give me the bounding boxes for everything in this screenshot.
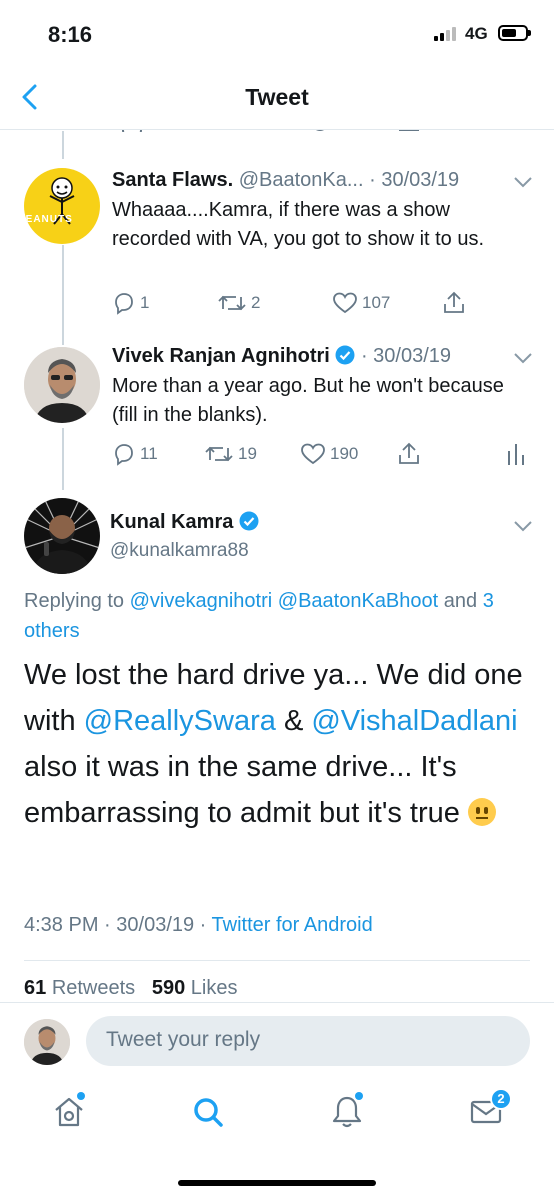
tab-home[interactable] <box>51 1092 87 1130</box>
like-button[interactable]: 107 <box>332 290 390 316</box>
chevron-down-icon[interactable] <box>513 176 533 188</box>
retweet-icon <box>205 446 233 462</box>
main-display-name[interactable]: Kunal Kamra <box>110 511 259 534</box>
mention-link[interactable]: @VishalDadlani <box>311 705 517 737</box>
tweet-actions: 1 2 107 <box>112 290 532 316</box>
tab-messages[interactable]: 2 <box>468 1088 512 1130</box>
status-time: 8:16 <box>48 22 93 47</box>
chevron-down-icon[interactable] <box>513 352 533 364</box>
tweet-source[interactable]: Twitter for Android <box>212 914 373 936</box>
avatar[interactable]: PEANUTS <box>24 168 100 244</box>
likes-count: 590 <box>151 977 186 999</box>
like-button[interactable]: 190 <box>300 441 358 467</box>
page-title: Tweet <box>245 84 309 110</box>
retweet-icon <box>218 295 246 311</box>
chevron-down-icon[interactable] <box>513 520 533 532</box>
retweet-button[interactable]: 2 <box>217 290 260 316</box>
retweet-count: 19 <box>238 444 257 463</box>
mention-link[interactable]: @vivekagnihotri <box>130 590 273 612</box>
tweet-text: More than a year ago. But he won't becau… <box>112 375 504 426</box>
heart-icon <box>301 443 325 465</box>
avatar[interactable] <box>24 347 100 423</box>
tweet-header: Vivek Ranjan Agnihotri · 30/03/19 <box>112 345 451 368</box>
reply-icon <box>115 293 133 315</box>
home-indicator[interactable] <box>178 1180 376 1186</box>
tweet-text: Whaaaa....Kamra, if there was a show rec… <box>112 199 485 250</box>
tweet-text: We lost the hard drive ya... We did one … <box>24 652 524 836</box>
reply-bar: Tweet your reply <box>0 1002 554 1078</box>
network-label: 4G <box>465 24 488 43</box>
likes-label: Likes <box>190 977 238 999</box>
reply-count: 11 <box>140 444 158 463</box>
retweet-button[interactable]: 19 <box>204 441 257 467</box>
replying-to: Replying to @vivekagnihotri @BaatonKaBho… <box>24 586 534 646</box>
retweet-count: 2 <box>251 293 261 312</box>
tweet-stats: 61 Retweets 590 Likes <box>24 977 238 1000</box>
tweet-text-part: also it was in the same drive... It's em… <box>24 751 460 829</box>
display-name[interactable]: Santa Flaws. <box>112 169 233 191</box>
reply-button[interactable]: 1 <box>112 290 149 316</box>
replying-and: and <box>443 590 478 612</box>
reply-icon <box>115 444 133 466</box>
battery-icon <box>498 25 531 41</box>
status-bar: 8:16 4G <box>0 0 554 66</box>
divider <box>24 960 530 961</box>
current-user-avatar[interactable] <box>24 1019 70 1065</box>
thread-line <box>62 131 64 159</box>
tweet-meta: 4:38 PM · 30/03/19 · Twitter for Android <box>24 914 373 937</box>
tweet-actions: 11 19 190 <box>112 441 532 467</box>
tweet-text-part: & <box>283 705 304 737</box>
avatar[interactable] <box>24 498 100 574</box>
user-handle[interactable]: @kunalkamra88 <box>110 540 249 562</box>
messages-badge: 2 <box>490 1088 512 1110</box>
thread-line <box>62 428 64 490</box>
analytics-button[interactable] <box>506 441 526 467</box>
display-name[interactable]: Kunal Kamra <box>110 511 233 533</box>
reply-button[interactable]: 11 <box>112 441 158 467</box>
retweets-count: 61 <box>24 977 47 999</box>
analytics-icon <box>508 444 524 465</box>
neutral-face-emoji-icon <box>467 798 496 826</box>
mention-link[interactable]: @BaatonKaBhoot <box>278 590 438 612</box>
new-content-dot <box>77 1092 85 1100</box>
nav-bar: Tweet <box>0 66 554 130</box>
search-icon <box>194 1098 223 1127</box>
reply-count: 1 <box>140 293 150 312</box>
share-icon <box>444 291 464 313</box>
share-button[interactable] <box>397 441 421 467</box>
tab-notifications[interactable] <box>329 1092 365 1130</box>
tweet-time: 4:38 PM <box>24 914 99 936</box>
thread-line <box>62 245 64 345</box>
tweet-header: Santa Flaws. @BaatonKa... · 30/03/19 <box>112 169 459 192</box>
tweet-date: · 30/03/19 · <box>104 914 207 936</box>
likes-stat[interactable]: 590 Likes <box>152 977 238 999</box>
retweets-label: Retweets <box>51 977 136 999</box>
verified-badge-icon <box>239 511 259 531</box>
reply-input[interactable]: Tweet your reply <box>86 1016 530 1066</box>
avatar-text: PEANUTS <box>24 214 73 225</box>
replying-label: Replying to <box>24 590 125 612</box>
like-count: 190 <box>330 444 359 463</box>
display-name[interactable]: Vivek Ranjan Agnihotri <box>112 345 330 367</box>
new-content-dot <box>355 1092 363 1100</box>
user-handle[interactable]: @BaatonKa... <box>239 169 364 191</box>
like-count: 107 <box>362 293 391 312</box>
tweet-date: · 30/03/19 <box>369 169 460 191</box>
share-button[interactable] <box>442 290 466 316</box>
share-icon <box>399 442 419 464</box>
retweets-stat[interactable]: 61 Retweets <box>24 977 135 999</box>
signal-icon <box>434 27 460 41</box>
heart-icon <box>333 292 357 314</box>
mention-link[interactable]: @ReallySwara <box>84 705 276 737</box>
tab-search[interactable] <box>190 1094 226 1130</box>
verified-badge-icon <box>335 345 355 365</box>
tweet-date: · 30/03/19 <box>360 345 452 367</box>
